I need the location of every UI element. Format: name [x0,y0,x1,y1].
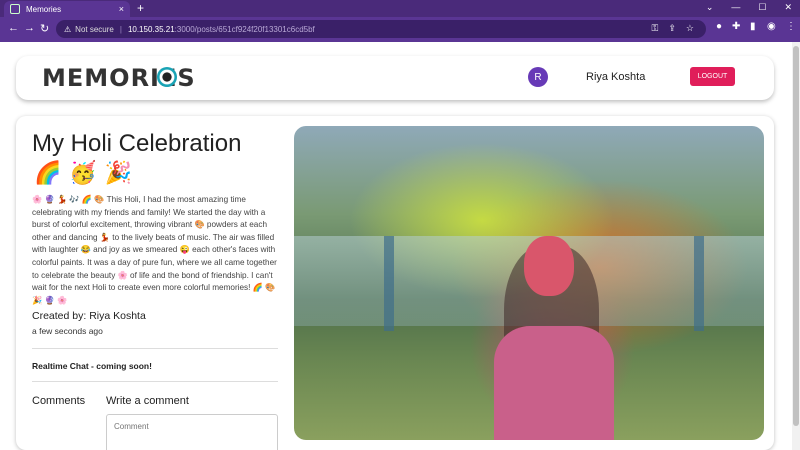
address-bar[interactable]: ⚠ Not secure | 10.150.35.21 :3000/posts/… [56,20,706,38]
url-separator: | [119,24,122,34]
sidebar-icon[interactable]: ▮ [750,21,756,32]
divider [32,381,278,382]
browser-chrome: Memories × + ⌄ — ☐ ✕ ← → ↻ ⚠ Not secure … [0,0,800,42]
security-label: Not secure [75,24,114,34]
bookmark-star-icon[interactable]: ☆ [686,23,694,34]
url-path: :3000/posts/651cf924f20f13301c6cd5bf [174,24,315,34]
warning-icon: ⚠ [64,24,72,34]
comment-input[interactable] [112,421,276,432]
window-controls: ⌄ — ☐ ✕ [706,2,792,13]
close-tab-icon[interactable]: × [119,4,124,14]
menu-kebab-icon[interactable]: ⋮ [786,21,796,32]
scrollbar-thumb[interactable] [793,46,799,426]
post-creator: Created by: Riya Koshta [32,310,146,322]
share-icon[interactable]: ⇪ [668,23,676,34]
post-time: a few seconds ago [32,326,103,336]
tab-search-icon[interactable]: ⌄ [706,2,714,13]
user-name: Riya Koshta [586,71,646,83]
logout-button[interactable]: LOGOUT [690,67,735,86]
camera-lens-icon [157,67,177,87]
reload-icon[interactable]: ↻ [40,22,49,35]
profile-icon[interactable]: ◉ [767,21,776,32]
tab-bar: Memories × + ⌄ — ☐ ✕ [0,0,800,17]
url-host: 10.150.35.21 [127,24,175,34]
post-message: 🌸 🔮 💃 🎶 🌈 🎨 This Holi, I had the most am… [32,195,277,305]
browser-tab[interactable]: Memories × [4,1,130,17]
post-detail-card: My Holi Celebration 🌈🥳🎉 🌸 🔮 💃 🎶 🌈 🎨 This… [16,116,774,450]
new-tab-button[interactable]: + [137,1,144,15]
write-comment-heading: Write a comment [106,395,189,407]
image-pillar [384,236,394,331]
comments-heading: Comments [32,395,86,407]
realtime-chat-note: Realtime Chat - coming soon! [32,361,152,371]
back-icon[interactable]: ← [8,22,19,34]
title-emojis: 🌈🥳🎉 [34,160,141,185]
image-pillar [694,236,704,331]
minimize-icon[interactable]: — [731,2,740,13]
forward-icon[interactable]: → [24,22,35,34]
close-window-icon[interactable]: ✕ [784,2,792,13]
extension-icon[interactable]: ● [716,21,722,32]
favicon-icon [10,4,20,14]
key-icon[interactable]: ⚿ [652,23,659,34]
puzzle-icon[interactable]: ✚ [732,21,740,32]
divider [32,348,278,349]
maximize-icon[interactable]: ☐ [758,2,766,13]
browser-toolbar: ← → ↻ ⚠ Not secure | 10.150.35.21 :3000/… [0,17,800,42]
avatar[interactable]: R [528,67,548,87]
post-title: My Holi Celebration [32,130,242,157]
page-scrollbar[interactable] [792,42,800,450]
page-viewport: MEMORIES R Riya Koshta LOGOUT My Holi Ce… [0,42,792,450]
comment-field-box[interactable] [106,414,278,450]
tab-title: Memories [26,4,62,14]
image-face [524,236,574,296]
post-image [294,126,764,440]
address-bar-icons: ⚿ ⇪ ☆ [652,23,694,34]
image-shirt [494,326,614,440]
app-bar: MEMORIES R Riya Koshta LOGOUT [16,56,774,100]
